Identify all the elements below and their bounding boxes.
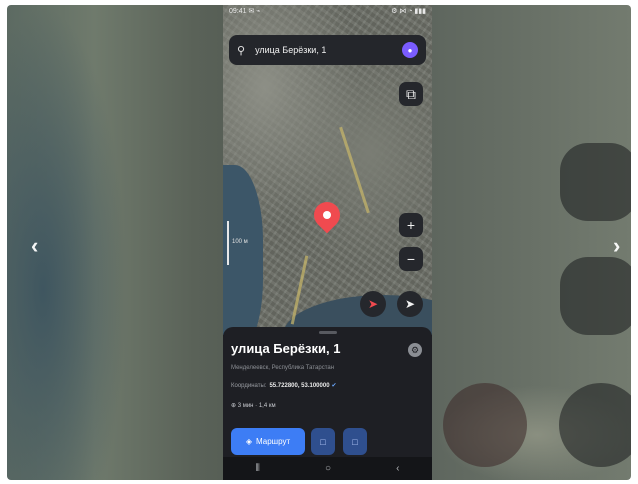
my-location-button[interactable]: ➤	[397, 291, 423, 317]
compass-icon: ➤	[367, 297, 379, 311]
layers-button[interactable]: ⧉	[399, 82, 423, 106]
background-layers-button	[560, 143, 631, 221]
status-bar: 09:41 ✉ ⌁ ⚙ ⋈ ◔ ▮▮▮	[223, 5, 432, 17]
zoom-out-button[interactable]: −	[399, 247, 423, 271]
scale-bar	[227, 221, 229, 265]
search-icon[interactable]: ⚲	[237, 44, 245, 57]
status-icons: ⚙ ⋈ ◔ ▮▮▮	[391, 8, 426, 15]
route-button[interactable]: ◈ Маршрут	[231, 428, 305, 455]
recents-button[interactable]: ⦀	[256, 463, 260, 474]
coordinates-value[interactable]: 55.722800, 53.100000	[269, 383, 329, 389]
phone-screen: 100 м 09:41 ✉ ⌁ ⚙ ⋈ ◔ ▮▮▮ ⚲ ● ⧉ + − ➤ ➤ …	[223, 5, 432, 480]
route-label: Маршрут	[256, 437, 291, 446]
search-input[interactable]	[255, 45, 402, 55]
sheet-handle[interactable]	[319, 331, 337, 334]
assistant-icon[interactable]: ●	[402, 42, 418, 58]
route-icon: ◈	[245, 437, 253, 446]
background-water	[7, 5, 127, 480]
status-time: 09:41 ✉ ⌁	[229, 8, 261, 15]
coordinates-label: Координаты:	[231, 383, 267, 389]
action-button-1[interactable]: □	[311, 428, 335, 455]
travel-distance: ⊕ 3 мин · 1,4 км	[231, 403, 276, 409]
action-button-2[interactable]: □	[343, 428, 367, 455]
system-navigation-bar: ⦀ ○ ‹	[223, 457, 432, 480]
compass-button[interactable]: ➤	[360, 291, 386, 317]
lake	[223, 165, 263, 335]
search-bar[interactable]: ⚲ ●	[229, 35, 426, 65]
navigation-arrow-icon: ➤	[404, 297, 416, 311]
place-card[interactable]: улица Берёзки, 1 ⚙ Менделеевск, Республи…	[223, 327, 432, 457]
place-title: улица Берёзки, 1	[231, 341, 341, 356]
copy-icon[interactable]: ✔	[332, 383, 337, 389]
gear-icon[interactable]: ⚙	[408, 343, 422, 357]
scale-label: 100 м	[232, 239, 248, 245]
back-button[interactable]: ‹	[396, 463, 399, 474]
location-pin-icon[interactable]	[308, 196, 346, 234]
road	[339, 126, 370, 214]
background-compass-button	[443, 383, 527, 467]
prev-image-button[interactable]: ‹	[31, 233, 38, 259]
zoom-in-button[interactable]: +	[399, 213, 423, 237]
next-image-button[interactable]: ›	[613, 233, 620, 259]
coordinates-row: Координаты: 55.722800, 53.100000 ✔	[231, 382, 337, 389]
home-button[interactable]: ○	[325, 463, 331, 474]
background-zoom-button	[560, 257, 631, 335]
place-address: Менделеевск, Республика Татарстан	[231, 365, 335, 371]
